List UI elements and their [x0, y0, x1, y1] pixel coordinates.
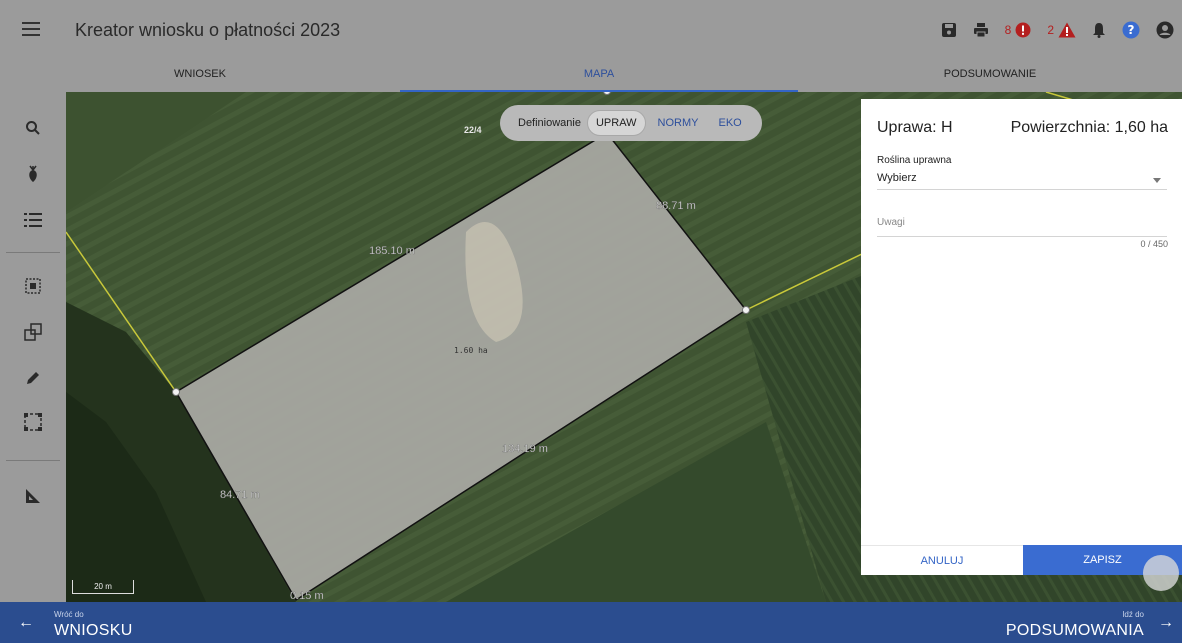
next-small-label: Idź do — [1122, 610, 1144, 619]
notes-char-counter: 0 / 450 — [1140, 239, 1168, 249]
warning-icon — [1058, 22, 1076, 38]
toolbar-divider — [6, 252, 60, 253]
app-header: Kreator wniosku o płatności 2023 8 2 ? — [0, 0, 1182, 58]
edge-length-right: 88.71 m — [656, 200, 696, 212]
crop-select-label: Roślina uprawna — [877, 155, 952, 166]
panel-actions: ANULUJ ZAPISZ — [861, 545, 1182, 575]
warning-count: 2 — [1047, 23, 1054, 37]
tab-podsumowanie[interactable]: PODSUMOWANIE — [798, 58, 1182, 92]
wizard-footer: ← Wróć do WNIOSKU Idź do PODSUMOWANIA → — [0, 602, 1182, 643]
toolbar-divider — [6, 460, 60, 461]
edge-length-corner: 0.15 m — [290, 590, 324, 602]
back-small-label: Wróć do — [54, 610, 84, 619]
help-icon[interactable]: ? — [1122, 21, 1140, 39]
pencil-icon[interactable] — [0, 360, 66, 396]
tab-wniosek[interactable]: WNIOSEK — [0, 58, 400, 92]
chevron-down-icon — [1153, 178, 1161, 183]
back-to-application-button[interactable]: ← Wróć do WNIOSKU — [0, 602, 300, 643]
mode-upraw-button[interactable]: UPRAW — [586, 110, 646, 136]
header-actions: 8 2 ? — [925, 18, 1174, 42]
crop-panel-title: Uprawa: H — [877, 119, 953, 136]
edge-length-left: 84.71 m — [220, 489, 260, 501]
measure-icon[interactable] — [0, 478, 66, 514]
error-icon — [1015, 22, 1031, 38]
arrow-right-icon: → — [1158, 614, 1174, 631]
errors-indicator[interactable]: 8 — [1005, 22, 1032, 38]
edge-length-top: 185.10 m — [369, 245, 415, 257]
print-icon[interactable] — [973, 22, 989, 38]
back-big-label: WNIOSKU — [54, 622, 133, 639]
definition-mode-label: Definiowanie — [518, 117, 581, 129]
select-area-icon[interactable] — [0, 268, 66, 304]
copy-shape-icon[interactable] — [0, 314, 66, 350]
main-tabs: WNIOSEK MAPA PODSUMOWANIE — [0, 58, 1182, 92]
bell-icon[interactable] — [1092, 22, 1106, 38]
mode-normy-button[interactable]: NORMY — [650, 111, 707, 135]
mode-eko-button[interactable]: EKO — [710, 111, 749, 135]
svg-text:?: ? — [1128, 23, 1135, 37]
crop-select-value: Wybierz — [877, 172, 917, 184]
account-icon[interactable] — [1156, 21, 1174, 39]
frame-icon[interactable] — [0, 404, 66, 440]
notes-placeholder: Uwagi — [877, 217, 905, 228]
menu-icon[interactable] — [22, 22, 40, 36]
save-icon[interactable] — [941, 22, 957, 38]
cancel-button[interactable]: ANULUJ — [861, 545, 1023, 575]
app-title: Kreator wniosku o płatności 2023 — [75, 20, 341, 40]
error-count: 8 — [1004, 23, 1012, 37]
tab-mapa[interactable]: MAPA — [400, 58, 798, 92]
list-icon[interactable] — [0, 202, 66, 238]
crop-area: Powierzchnia: 1,60 ha — [1010, 119, 1168, 136]
area-label: 1.60 ha — [454, 346, 488, 355]
go-to-summary-button[interactable]: Idź do PODSUMOWANIA → — [882, 602, 1182, 643]
next-big-label: PODSUMOWANIA — [1005, 622, 1144, 639]
edge-length-bottom: 134.19 m — [502, 443, 548, 455]
crop-select[interactable]: Wybierz — [877, 172, 1167, 190]
definition-mode-switch: Definiowanie UPRAW NORMY EKO — [500, 105, 762, 141]
warnings-indicator[interactable]: 2 — [1047, 22, 1076, 38]
crop-icon[interactable] — [0, 156, 66, 192]
crop-panel: Uprawa: H Powierzchnia: 1,60 ha Roślina … — [861, 99, 1182, 575]
map-toolbar — [0, 92, 66, 602]
map-scale: 20 m — [72, 580, 134, 594]
notes-field[interactable]: Uwagi — [877, 217, 1167, 237]
arrow-left-icon: ← — [18, 614, 34, 631]
parcel-number-label: 22/4 — [464, 125, 482, 135]
search-icon[interactable] — [0, 110, 66, 146]
map-action-button[interactable] — [1143, 555, 1179, 591]
